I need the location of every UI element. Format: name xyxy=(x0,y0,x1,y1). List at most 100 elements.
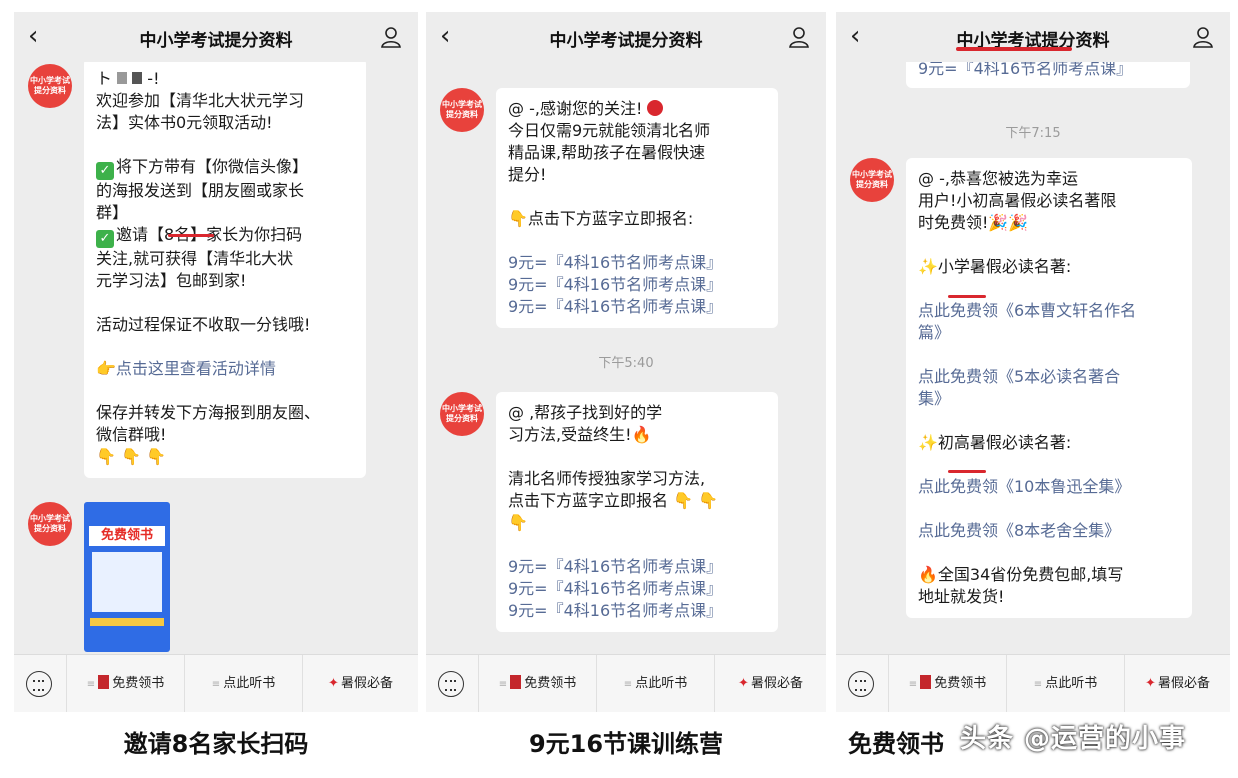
poster-footer xyxy=(90,618,164,626)
avatar[interactable]: 中小学考试 提分资料 xyxy=(440,392,484,436)
message-line: 微信群哦! xyxy=(96,425,167,444)
message-line: 🔥全国34省份免费包邮,填写 xyxy=(918,565,1124,584)
message-line: 清北名师传授独家学习方法, xyxy=(508,469,706,488)
message-line: 的海报发送到【朋友圈或家长 xyxy=(96,181,305,200)
menu-item-summer[interactable]: ✦ 暑假必备 xyxy=(714,655,826,712)
free-book-link[interactable]: 点此免费领《5本必读名著合 xyxy=(918,366,1180,388)
activity-details-link[interactable]: 👉点击这里查看活动详情 xyxy=(96,358,354,380)
free-book-link[interactable]: 点此免费领《6本曹文轩名作名 xyxy=(918,300,1180,322)
chat-area: 中小学考试 提分资料 ト -! 欢迎参加【清华北大状元学习 法】实体书0元领取活动… xyxy=(14,62,418,654)
poster-title: 免费领书 xyxy=(89,526,165,546)
message-line: @ -,恭喜您被选为幸运 xyxy=(918,169,1078,188)
free-book-link[interactable]: 点此免费领《8本老舍全集》 xyxy=(918,520,1180,542)
message-bubble: ト -! 欢迎参加【清华北大状元学习 法】实体书0元领取活动! ✓ 将下方带有【你… xyxy=(84,62,366,478)
sparkle-icon: ✦ xyxy=(738,676,749,691)
message-line: @ ,帮孩子找到好的学 xyxy=(508,403,663,422)
menu-item-free-books[interactable]: ≡ 免费领书 xyxy=(66,655,184,712)
user-icon[interactable] xyxy=(380,26,402,48)
message-line: ✓邀请【8名】家长为你扫码 xyxy=(96,224,354,248)
sparkle-icon: ✦ xyxy=(328,676,339,691)
message-line: 保存并转发下方海报到朋友圈、 xyxy=(96,403,321,422)
free-book-link[interactable]: 集》 xyxy=(918,388,1180,410)
message-bubble: @ -,感谢您的关注! 今日仅需9元就能领清北名师 精品课,帮助孩子在暑假快速 … xyxy=(496,88,778,328)
message-line: @ -,感谢您的关注! xyxy=(508,98,766,120)
menu-bar: ≡ 免费领书 ≡ 点此听书 ✦ 暑假必备 xyxy=(426,654,826,712)
message-bubble: 9元=『4科16节名师考点课』 xyxy=(906,62,1190,88)
course-link[interactable]: 9元=『4科16节名师考点课』 xyxy=(508,600,766,622)
caption-1: 邀请8名家长扫码 xyxy=(123,730,309,758)
message-bubble: @ ,帮孩子找到好的学 习方法,受益终生!🔥 清北名师传授独家学习方法, 点击下… xyxy=(496,392,778,632)
book-icon xyxy=(920,675,932,689)
menu-item-summer[interactable]: ✦ 暑假必备 xyxy=(1124,655,1230,712)
free-book-link[interactable]: 篇》 xyxy=(918,322,1180,344)
message-line: 法】实体书0元领取活动! xyxy=(96,113,273,132)
red-circle-icon xyxy=(647,100,664,116)
menu-item-listen[interactable]: ≡ 点此听书 xyxy=(1006,655,1124,712)
nav-bar: ‹ 中小学考试提分资料 xyxy=(14,12,418,62)
message-line: 群】 xyxy=(96,203,129,222)
highlight-underline xyxy=(948,295,986,298)
course-link[interactable]: 9元=『4科16节名师考点课』 xyxy=(508,556,766,578)
poster-book-image xyxy=(92,552,162,612)
check-icon: ✓ xyxy=(96,230,114,248)
user-icon[interactable] xyxy=(1192,26,1214,48)
keyboard-icon[interactable] xyxy=(438,671,464,697)
message-line: 活动过程保证不收取一分钱哦! xyxy=(96,315,311,334)
chat-screen-1: ‹ 中小学考试提分资料 中小学考试 提分资料 ト -! 欢迎参加【清华北大状元学习… xyxy=(14,12,418,712)
course-link[interactable]: 9元=『4科16节名师考点课』 xyxy=(508,274,766,296)
page-title: 中小学考试提分资料 xyxy=(549,31,703,51)
page-title: 中小学考试提分资料 xyxy=(139,31,293,51)
menu-item-summer[interactable]: ✦ 暑假必备 xyxy=(302,655,418,712)
caption-2: 9元16节课训练营 xyxy=(528,730,724,758)
message-line: 精品课,帮助孩子在暑假快速 xyxy=(508,143,706,162)
keyboard-icon[interactable] xyxy=(26,671,52,697)
book-icon xyxy=(98,675,110,689)
poster-image[interactable]: 免费领书 xyxy=(84,502,170,652)
avatar[interactable]: 中小学考试 提分资料 xyxy=(440,88,484,132)
menu-bar: ≡ 免费领书 ≡ 点此听书 ✦ 暑假必备 xyxy=(14,654,418,712)
course-link[interactable]: 9元=『4科16节名师考点课』 xyxy=(918,62,1178,80)
book-icon xyxy=(510,675,522,689)
message-line: 元学习法】包邮到家! xyxy=(96,271,247,290)
message-line: 今日仅需9元就能领清北名师 xyxy=(508,121,711,140)
free-book-link[interactable]: 点此免费领《10本鲁迅全集》 xyxy=(918,476,1180,498)
watermark: 头条 @运营的小事 xyxy=(960,724,1187,754)
message-line: 欢迎参加【清华北大状元学习 xyxy=(96,91,305,110)
message-line: ✨初高暑假必读名著: xyxy=(918,433,1072,452)
avatar[interactable]: 中小学考试 提分资料 xyxy=(850,158,894,202)
caption-3: 免费领书 xyxy=(848,730,944,758)
message-line: 用户!小初高暑假必读名著限 xyxy=(918,191,1117,210)
menu-item-free-books[interactable]: ≡ 免费领书 xyxy=(888,655,1006,712)
sparkle-icon: ✦ xyxy=(1145,676,1156,691)
message-line: ト -! xyxy=(96,69,160,88)
course-link[interactable]: 9元=『4科16节名师考点课』 xyxy=(508,252,766,274)
course-link[interactable]: 9元=『4科16节名师考点课』 xyxy=(508,296,766,318)
menu-item-listen[interactable]: ≡ 点此听书 xyxy=(596,655,714,712)
user-icon[interactable] xyxy=(788,26,810,48)
highlight-underline xyxy=(948,470,986,473)
message-line: 地址就发货! xyxy=(918,587,1005,606)
timestamp: 下午5:40 xyxy=(598,356,654,371)
keyboard-icon[interactable] xyxy=(848,671,874,697)
timestamp: 下午7:15 xyxy=(1005,126,1061,141)
message-line: 👇 👇 👇 xyxy=(96,447,166,466)
avatar[interactable]: 中小学考试 提分资料 xyxy=(28,64,72,108)
menu-bar: ≡ 免费领书 ≡ 点此听书 ✦ 暑假必备 xyxy=(836,654,1230,712)
chat-area: 中小学考试 提分资料 @ -,感谢您的关注! 今日仅需9元就能领清北名师 精品课,… xyxy=(426,62,826,654)
menu-item-listen[interactable]: ≡ 点此听书 xyxy=(184,655,302,712)
chat-screen-3: ‹ 中小学考试提分资料 9元=『4科16节名师考点课』 下午7:15 中小学考试… xyxy=(836,12,1230,712)
message-line: ✨小学暑假必读名著: xyxy=(918,257,1072,276)
message-line: 时免费领!🎉🎉 xyxy=(918,213,1029,232)
avatar[interactable]: 中小学考试 提分资料 xyxy=(28,502,72,546)
title-underline xyxy=(956,47,1072,51)
check-icon: ✓ xyxy=(96,162,114,180)
course-link[interactable]: 9元=『4科16节名师考点课』 xyxy=(508,578,766,600)
nav-bar: ‹ 中小学考试提分资料 xyxy=(426,12,826,62)
message-line: 👇点击下方蓝字立即报名: xyxy=(508,209,694,228)
highlight-underline xyxy=(168,234,214,237)
message-bubble: @ -,恭喜您被选为幸运 用户!小初高暑假必读名著限 时免费领!🎉🎉 ✨小学暑假… xyxy=(906,158,1192,618)
menu-item-free-books[interactable]: ≡ 免费领书 xyxy=(478,655,596,712)
nav-bar: ‹ 中小学考试提分资料 xyxy=(836,12,1230,62)
message-line: 习方法,受益终生!🔥 xyxy=(508,425,652,444)
message-line: ✓ 将下方带有【你微信头像】 xyxy=(96,156,354,180)
